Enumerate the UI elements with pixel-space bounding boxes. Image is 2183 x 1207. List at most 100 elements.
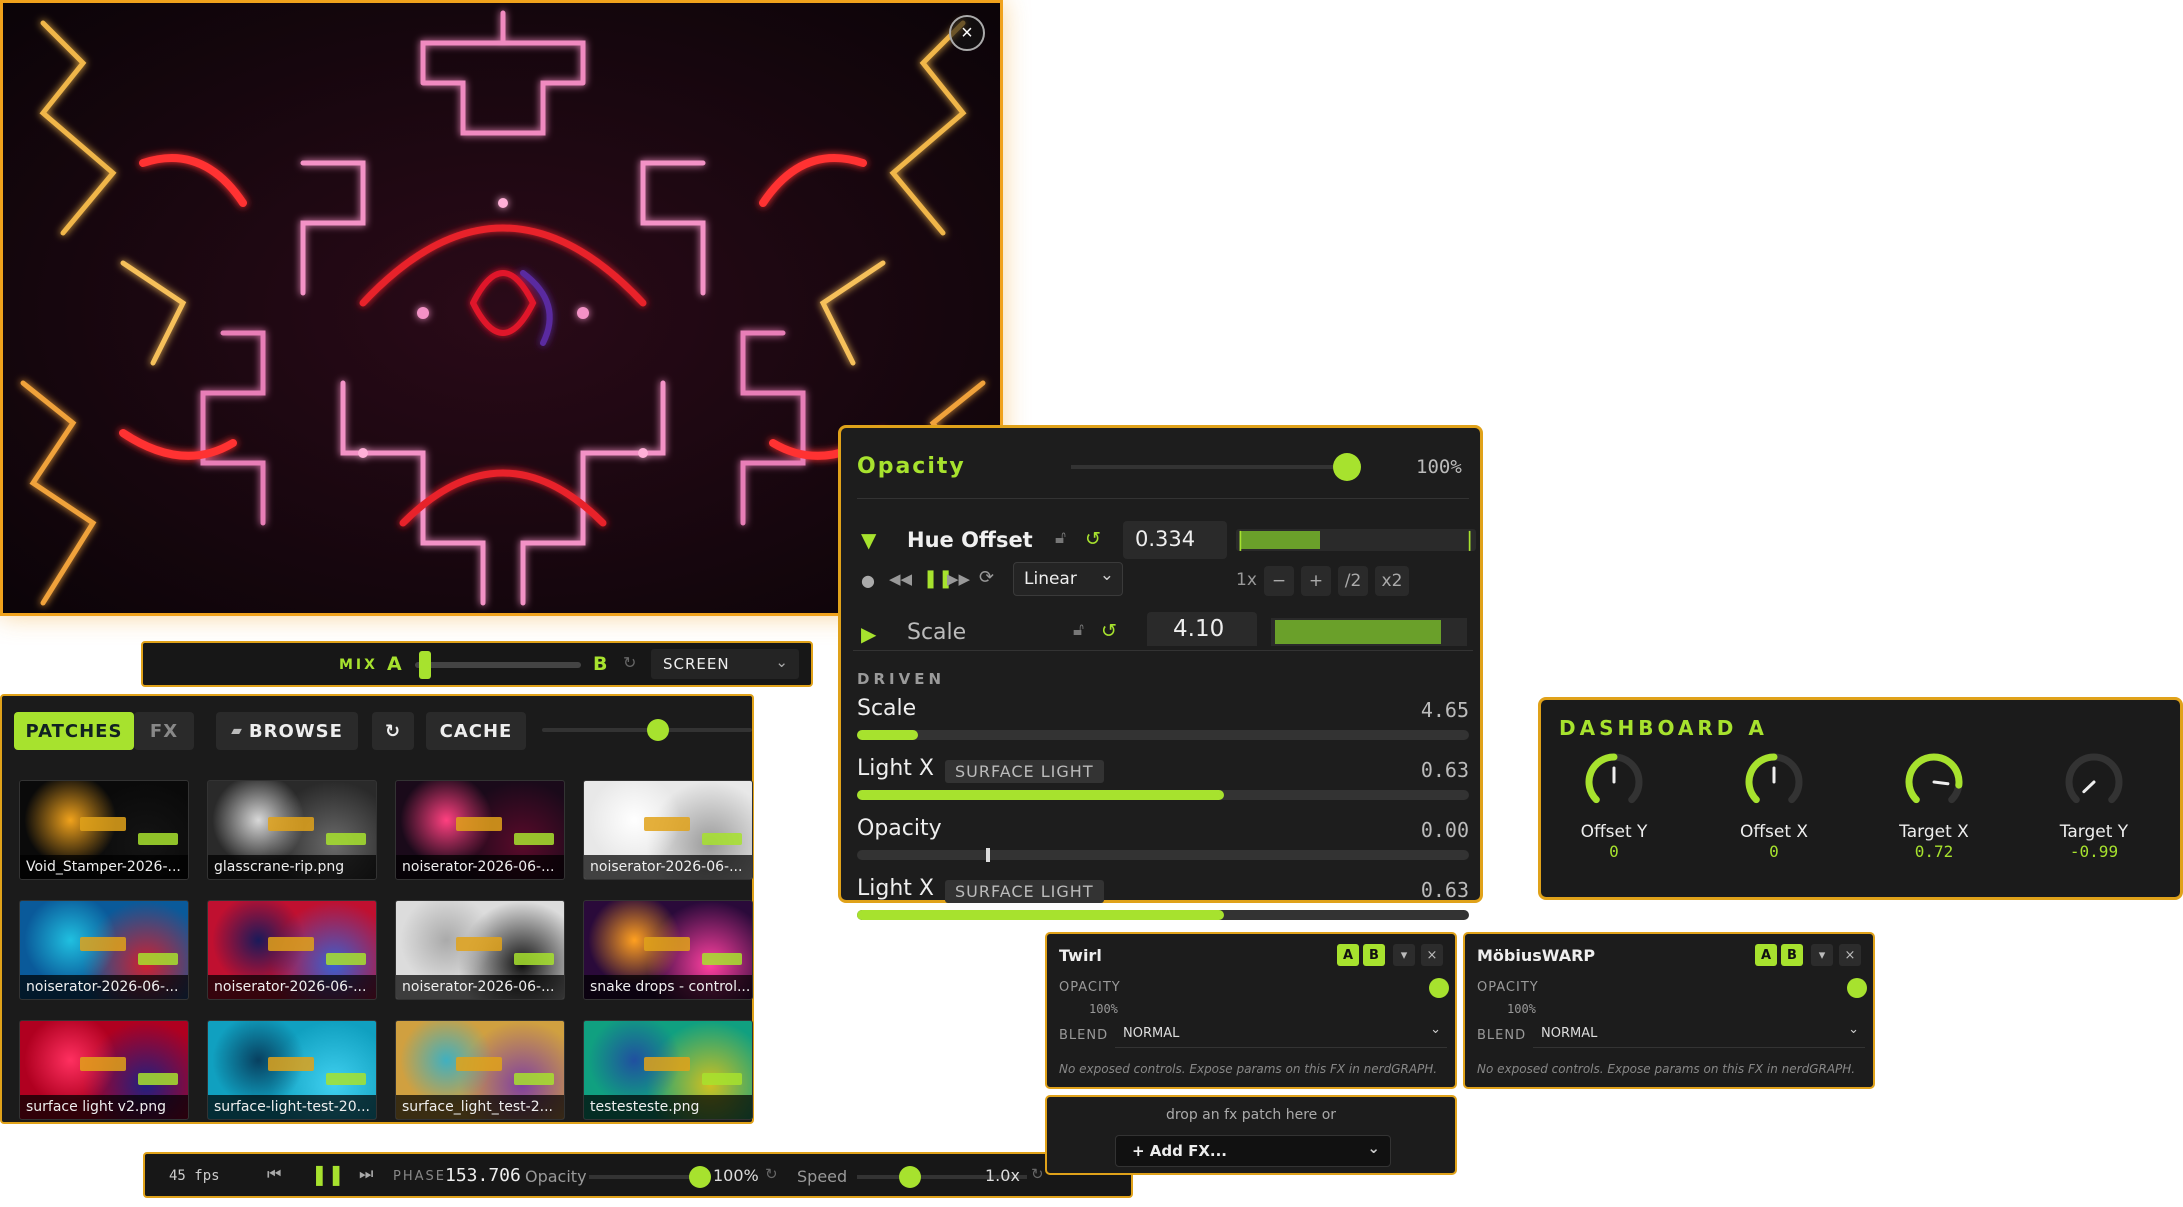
reset-icon[interactable]: ↻ [623, 653, 636, 672]
rate-increase-button[interactable]: + [1301, 566, 1331, 596]
driven-row[interactable]: Scale 4.65 [857, 692, 1469, 742]
hue-offset-input[interactable]: 0.334 [1123, 521, 1227, 559]
route-b-button[interactable]: B [1781, 944, 1803, 966]
pause-icon[interactable]: ❚❚ [311, 1162, 345, 1186]
knob-dial[interactable] [2062, 750, 2126, 814]
hue-offset-value: 0.334 [1135, 527, 1196, 551]
knob-dial[interactable] [1582, 750, 1646, 814]
knob-value: 0 [1609, 842, 1619, 861]
driven-row[interactable]: Opacity 0.00 [857, 812, 1469, 862]
browse-label: BROWSE [248, 720, 343, 742]
rate-double-button[interactable]: x2 [1375, 566, 1409, 596]
loop-icon[interactable]: ⟳ [979, 567, 994, 588]
refresh-icon: ↻ [384, 720, 402, 742]
scale-input[interactable]: 4.10 [1147, 612, 1257, 646]
scale-bar[interactable] [1271, 618, 1467, 646]
panel-opacity-slider[interactable] [1071, 453, 1361, 481]
graph-node-preview [702, 1073, 742, 1085]
record-icon[interactable]: ● [861, 571, 875, 590]
patch-thumbnail[interactable]: Void_Stamper-2026-... [19, 780, 189, 880]
range-start-handle[interactable]: ❘ [1232, 527, 1249, 551]
fast-forward-icon[interactable]: ▶▶ [947, 570, 970, 588]
phase-value: 153.706 [445, 1165, 521, 1186]
route-b-button[interactable]: B [1363, 944, 1385, 966]
tab-fx[interactable]: FX [134, 712, 194, 750]
blend-mode-select[interactable]: SCREEN ⌄ [651, 649, 799, 679]
browse-button[interactable]: ▰ BROWSE [216, 712, 358, 750]
fx-opacity-handle[interactable] [1429, 978, 1449, 998]
lock-icon[interactable]: 🔓︎ [1055, 528, 1066, 548]
rewind-icon[interactable]: ◀◀ [889, 570, 912, 588]
opacity-title: Opacity [857, 454, 966, 479]
interpolation-select[interactable]: Linear ⌄ [1013, 562, 1123, 596]
knob-dial[interactable] [1742, 750, 1806, 814]
reset-icon[interactable]: ↻ [765, 1165, 778, 1183]
opacity-slider[interactable] [589, 1166, 711, 1188]
patch-name: surface light v2.png [20, 1095, 188, 1119]
skip-back-icon[interactable]: ⏮ [267, 1164, 281, 1184]
transport-bar: 45 fps ⏮ ❚❚ ⏭ PHASE 153.706 Opacity 100%… [143, 1152, 1133, 1198]
collapse-triangle-icon[interactable]: ▼ [861, 528, 876, 552]
knob-fill [1745, 753, 1778, 804]
driven-meter-fill [857, 730, 918, 740]
tab-patches[interactable]: PATCHES [14, 712, 134, 750]
reset-icon[interactable]: ↻ [1031, 1165, 1044, 1183]
driven-row[interactable]: Light X SURFACE LIGHT 0.63 [857, 752, 1469, 802]
collapse-button[interactable]: ▾ [1393, 944, 1415, 966]
close-preview-button[interactable]: × [949, 15, 985, 51]
refresh-button[interactable]: ↻ [372, 712, 414, 750]
patch-thumbnail[interactable]: noiserator-2026-06-... [395, 900, 565, 1000]
graph-node-preview [456, 817, 502, 831]
thumb-size-slider[interactable] [542, 719, 752, 741]
add-fx-label: + Add FX... [1132, 1142, 1228, 1160]
patch-thumbnail[interactable]: noiserator-2026-06-... [19, 900, 189, 1000]
fx-blend-select[interactable]: NORMAL ⌄ [1115, 1022, 1447, 1048]
fx-drop-zone[interactable]: drop an fx patch here or + Add FX... ⌄ [1045, 1095, 1457, 1175]
driven-row[interactable]: Light X SURFACE LIGHT 0.63 [857, 872, 1469, 922]
patch-thumbnail[interactable]: testesteste.png [583, 1020, 753, 1120]
expand-triangle-icon[interactable]: ▶ [861, 622, 876, 646]
route-a-button[interactable]: A [1755, 944, 1777, 966]
panel-opacity-handle[interactable] [1333, 453, 1361, 481]
driven-meter [857, 790, 1469, 800]
dashboard-knob[interactable]: Offset Y0 [1539, 750, 1689, 861]
skip-forward-icon[interactable]: ⏭ [359, 1164, 373, 1184]
remove-fx-button[interactable]: × [1839, 944, 1861, 966]
mix-crossfader[interactable] [415, 651, 581, 679]
mix-crossfader-handle[interactable] [419, 651, 431, 679]
patch-thumbnail[interactable]: noiserator-2026-06-... [583, 780, 753, 880]
cache-button[interactable]: CACHE [426, 712, 526, 750]
reset-icon[interactable]: ↺ [1101, 620, 1117, 642]
speed-handle[interactable] [899, 1166, 921, 1188]
rate-half-button[interactable]: /2 [1338, 566, 1368, 596]
range-end-handle[interactable]: ❘ [1461, 527, 1478, 551]
knob-value: -0.99 [2069, 842, 2119, 861]
route-a-button[interactable]: A [1337, 944, 1359, 966]
add-fx-select[interactable]: + Add FX... ⌄ [1115, 1135, 1391, 1167]
graph-node-preview [80, 817, 126, 831]
fx-blend-select[interactable]: NORMAL ⌄ [1533, 1022, 1865, 1048]
rate-decrease-button[interactable]: − [1264, 566, 1294, 596]
fx-opacity-handle[interactable] [1847, 978, 1867, 998]
dashboard-knob[interactable]: Target X 0.72 [1859, 750, 2009, 861]
lock-icon[interactable]: 🔓︎ [1073, 620, 1084, 640]
patch-thumbnail[interactable]: noiserator-2026-06-... [395, 780, 565, 880]
patch-thumbnail[interactable]: surface-light-test-20... [207, 1020, 377, 1120]
reset-icon[interactable]: ↺ [1085, 528, 1101, 550]
dashboard-panel: DASHBOARD A Offset Y 0 Offset X 0 Target X 0.… [1538, 697, 2183, 900]
patch-thumbnail[interactable]: surface_light_test-2... [395, 1020, 565, 1120]
patch-thumbnail[interactable]: snake drops - control... [583, 900, 753, 1000]
patch-thumbnail[interactable]: noiserator-2026-06-... [207, 900, 377, 1000]
dashboard-knob[interactable]: Target Y -0.99 [2019, 750, 2169, 861]
hue-offset-range[interactable]: ❘ ❘ [1232, 527, 1478, 551]
collapse-button[interactable]: ▾ [1811, 944, 1833, 966]
patch-name: noiserator-2026-06-... [208, 975, 376, 999]
patch-thumbnail[interactable]: surface light v2.png [19, 1020, 189, 1120]
thumb-size-handle[interactable] [647, 719, 669, 741]
patch-thumbnail[interactable]: glasscrane-rip.png [207, 780, 377, 880]
knob-dial[interactable] [1902, 750, 1966, 814]
opacity-handle[interactable] [689, 1166, 711, 1188]
scale-value: 4.10 [1173, 616, 1225, 642]
remove-fx-button[interactable]: × [1421, 944, 1443, 966]
dashboard-knob[interactable]: Offset X0 [1699, 750, 1849, 861]
